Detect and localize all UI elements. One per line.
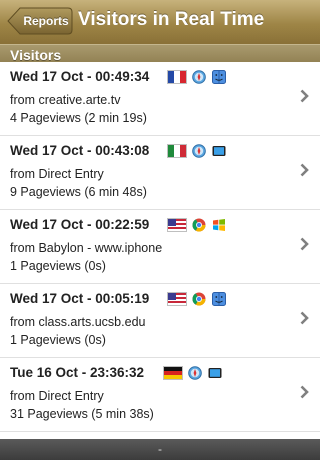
chevron-right-icon: [300, 89, 309, 103]
visit-source: from Direct Entry: [10, 389, 104, 403]
macos-finder-icon: [212, 70, 226, 84]
visit-source: from Direct Entry: [10, 167, 104, 181]
italy-flag-icon: [168, 145, 186, 157]
visit-pageviews: 1 Pageviews (0s): [10, 333, 106, 347]
windows-icon: [213, 219, 225, 231]
toolbar-label: -: [158, 442, 162, 456]
visitor-icons: [168, 292, 226, 306]
chevron-right-icon: [300, 311, 309, 325]
safari-icon: [192, 144, 206, 158]
safari-icon: [192, 70, 206, 84]
visit-pageviews: 9 Pageviews (6 min 48s): [10, 185, 147, 199]
visit-pageviews: 31 Pageviews (5 min 38s): [10, 407, 154, 421]
visitor-row[interactable]: Tue 16 Oct - 23:36:32 from Direct Entry …: [0, 358, 320, 432]
chevron-right-icon: [300, 385, 309, 399]
reports-back-button[interactable]: Reports: [7, 7, 73, 35]
chevron-right-icon: [300, 163, 309, 177]
visit-pageviews: 4 Pageviews (2 min 19s): [10, 111, 147, 125]
macos-finder-icon: [212, 292, 226, 306]
visit-time: Wed 17 Oct - 00:43:08: [10, 143, 150, 158]
visit-pageviews: 1 Pageviews (0s): [10, 259, 106, 273]
page-title: Visitors in Real Time: [78, 9, 265, 30]
visitor-row[interactable]: Wed 17 Oct - 00:22:59 from Babylon - www…: [0, 210, 320, 284]
germany-flag-icon: [164, 367, 182, 379]
chrome-icon: [192, 292, 206, 306]
navigation-bar: Reports Visitors in Real Time: [0, 0, 320, 45]
reports-back-label: Reports: [23, 14, 69, 28]
bottom-toolbar: -: [0, 439, 320, 460]
usa-flag-icon: [168, 293, 186, 305]
visitor-row[interactable]: Wed 17 Oct - 00:43:08 from Direct Entry …: [0, 136, 320, 210]
visit-source: from Babylon - www.iphone: [10, 241, 163, 255]
visit-time: Wed 17 Oct - 00:49:34: [10, 69, 150, 84]
chrome-icon: [192, 218, 206, 232]
visitor-icons: [168, 144, 226, 158]
france-flag-icon: [168, 71, 186, 83]
ipad-icon: [208, 368, 222, 378]
visitor-icons: [168, 218, 226, 232]
usa-flag-icon: [168, 219, 186, 231]
visitor-row[interactable]: Wed 17 Oct - 00:05:19 from class.arts.uc…: [0, 284, 320, 358]
visitor-list: Wed 17 Oct - 00:49:34 from creative.arte…: [0, 62, 320, 432]
safari-icon: [188, 366, 202, 380]
visitor-icons: [164, 366, 222, 380]
visit-source: from creative.arte.tv: [10, 93, 121, 107]
visitor-icons: [168, 70, 226, 84]
visit-time: Tue 16 Oct - 23:36:32: [10, 365, 145, 380]
chevron-right-icon: [300, 237, 309, 251]
visitor-row[interactable]: Wed 17 Oct - 00:49:34 from creative.arte…: [0, 62, 320, 136]
visit-time: Wed 17 Oct - 00:22:59: [10, 217, 150, 232]
visit-time: Wed 17 Oct - 00:05:19: [10, 291, 150, 306]
visit-source: from class.arts.ucsb.edu: [10, 315, 146, 329]
ipad-icon: [212, 146, 226, 156]
